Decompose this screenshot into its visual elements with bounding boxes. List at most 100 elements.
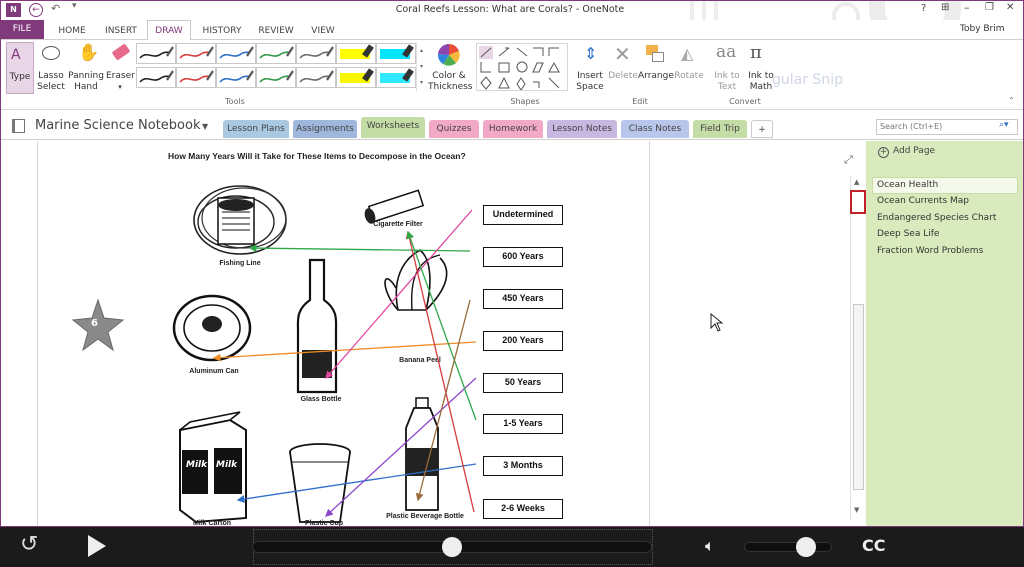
minimize-button[interactable]: – <box>964 1 970 14</box>
collapse-ribbon-icon[interactable]: ⌃ <box>1008 96 1015 105</box>
rotate-button[interactable]: ◭ Rotate <box>672 42 706 94</box>
ink-to-text-button[interactable]: aa Ink to Text <box>710 42 744 94</box>
pen-swatch[interactable] <box>376 43 416 64</box>
label-can: Aluminum Can <box>189 368 239 375</box>
ink-to-math-label-1: Ink to <box>748 71 774 81</box>
type-tool[interactable]: A Type <box>6 42 34 94</box>
pen-swatch[interactable] <box>256 43 296 64</box>
pen-swatch[interactable] <box>216 43 256 64</box>
section-tab[interactable]: Lesson Notes <box>547 120 617 138</box>
insert-space-icon: ⇕ <box>584 44 598 63</box>
panning-hand-button[interactable]: ✋ Panning Hand <box>68 42 104 94</box>
page-item[interactable]: Endangered Species Chart <box>877 210 1017 226</box>
pen-swatch[interactable] <box>296 67 336 88</box>
section-tab[interactable]: Field Trip <box>693 120 747 138</box>
lasso-select-button[interactable]: Lasso Select <box>37 42 65 94</box>
search-box[interactable]: Search (Ctrl+E) ⌕▾ <box>876 119 1018 135</box>
search-icon[interactable]: ⌕▾ <box>999 120 1009 130</box>
closed-captions-button[interactable]: CC <box>862 536 885 555</box>
restore-button[interactable]: ❐ <box>985 2 994 13</box>
play-icon[interactable] <box>88 535 106 557</box>
add-page-button[interactable]: + Add Page <box>878 145 998 161</box>
section-tab[interactable]: Quizzes <box>429 120 479 138</box>
pen-swatch[interactable] <box>216 67 256 88</box>
page-scrollbar[interactable]: ▲ ▼ <box>850 176 866 520</box>
panning-label-1: Panning <box>68 71 104 81</box>
delete-button[interactable]: ✕ Delete <box>608 42 638 94</box>
rotate-label: Rotate <box>674 71 704 81</box>
pen-stroke-icon <box>219 70 254 83</box>
pen-swatch[interactable] <box>376 67 416 88</box>
tab-home[interactable]: HOME <box>52 22 92 40</box>
back-icon[interactable]: ← <box>29 3 43 17</box>
expand-icon[interactable]: ⤢ <box>844 153 853 167</box>
page-item[interactable]: Fraction Word Problems <box>877 243 1017 259</box>
pen-swatch[interactable] <box>176 43 216 64</box>
progress-knob[interactable] <box>442 537 462 557</box>
customize-icon[interactable]: ▾ <box>72 1 77 11</box>
shapes-group-label: Shapes <box>510 97 540 106</box>
tab-review[interactable]: REVIEW <box>254 22 298 40</box>
label-plastic-bottle: Plastic Beverage Bottle <box>386 513 464 520</box>
insert-space-button[interactable]: ⇕ Insert Space <box>572 42 608 94</box>
tab-insert[interactable]: INSERT <box>100 22 142 40</box>
pen-swatch[interactable] <box>176 67 216 88</box>
aluminum-can-image <box>172 294 252 362</box>
notebook-bar: Marine Science Notebook ▼ Lesson Plans As… <box>0 110 1024 140</box>
arrange-icon-back <box>652 52 664 62</box>
label-milk: Milk Carton <box>192 520 232 527</box>
delete-icon: ✕ <box>614 42 631 66</box>
tab-draw[interactable]: DRAW <box>147 20 191 41</box>
color-wheel-icon <box>438 44 460 66</box>
panning-label-2: Hand <box>74 82 98 92</box>
help-button[interactable]: ? <box>921 3 926 14</box>
eraser-button[interactable]: Eraser ▾ <box>106 42 135 94</box>
scroll-thumb[interactable] <box>853 304 864 490</box>
section-tab[interactable]: Lesson Plans <box>223 120 289 138</box>
tab-view[interactable]: VIEW <box>306 22 340 40</box>
pen-gallery-scroll[interactable]: ▴ ▾ ▾ <box>416 43 426 91</box>
highlight-rectangle <box>850 190 866 214</box>
label-banana: Banana Peel <box>399 357 441 364</box>
close-button[interactable]: ✕ <box>1006 2 1014 13</box>
fullscreen-button[interactable]: ⊞ <box>941 2 949 13</box>
notebook-name[interactable]: Marine Science Notebook <box>35 118 201 133</box>
color-thickness-button[interactable]: Color & Thickness <box>428 42 473 94</box>
section-tab[interactable]: Worksheets <box>361 117 425 138</box>
scroll-down-icon[interactable]: ▼ <box>854 506 859 514</box>
tab-history[interactable]: HISTORY <box>198 22 246 40</box>
pen-swatch[interactable] <box>336 43 376 64</box>
arrange-button[interactable]: Arrange <box>638 42 674 94</box>
pen-stroke-icon <box>299 70 334 83</box>
replay-icon[interactable]: ↺ <box>20 532 38 557</box>
label-cup: Plastic Cup <box>304 520 344 527</box>
plastic-cup-image <box>289 443 351 523</box>
answer-box: 200 Years <box>483 331 563 351</box>
volume-knob[interactable] <box>795 537 816 557</box>
section-tab[interactable]: Homework <box>483 120 543 138</box>
pen-stroke-icon <box>219 46 254 59</box>
search-input[interactable]: Search (Ctrl+E) <box>880 122 942 131</box>
pen-swatch[interactable] <box>136 43 176 64</box>
page-item[interactable]: Ocean Health <box>877 177 1017 193</box>
pen-swatch[interactable] <box>336 67 376 88</box>
page-item[interactable]: Deep Sea Life <box>877 226 1017 242</box>
section-tab[interactable]: + <box>751 120 773 138</box>
section-tab[interactable]: Class Notes <box>621 120 689 138</box>
volume-icon[interactable]: 🔈︎ <box>705 536 715 556</box>
page-item[interactable]: Ocean Currents Map <box>877 193 1017 209</box>
pen-swatch[interactable] <box>256 67 296 88</box>
color-label-2: Thickness <box>428 82 473 92</box>
notebook-dropdown-icon[interactable]: ▼ <box>202 122 208 131</box>
pen-swatch[interactable] <box>296 43 336 64</box>
volume-track[interactable] <box>744 542 832 552</box>
section-tab[interactable]: Assignments <box>293 120 357 138</box>
ink-to-math-button[interactable]: π Ink to Math <box>744 42 778 94</box>
tab-file[interactable]: FILE <box>0 20 44 39</box>
scroll-up-icon[interactable]: ▲ <box>854 178 859 186</box>
starfish-number: 6 <box>91 318 98 329</box>
pen-swatch[interactable] <box>136 67 176 88</box>
undo-icon[interactable]: ↶ <box>51 2 60 15</box>
pen-gallery <box>136 43 428 91</box>
shapes-gallery[interactable] <box>476 43 568 91</box>
